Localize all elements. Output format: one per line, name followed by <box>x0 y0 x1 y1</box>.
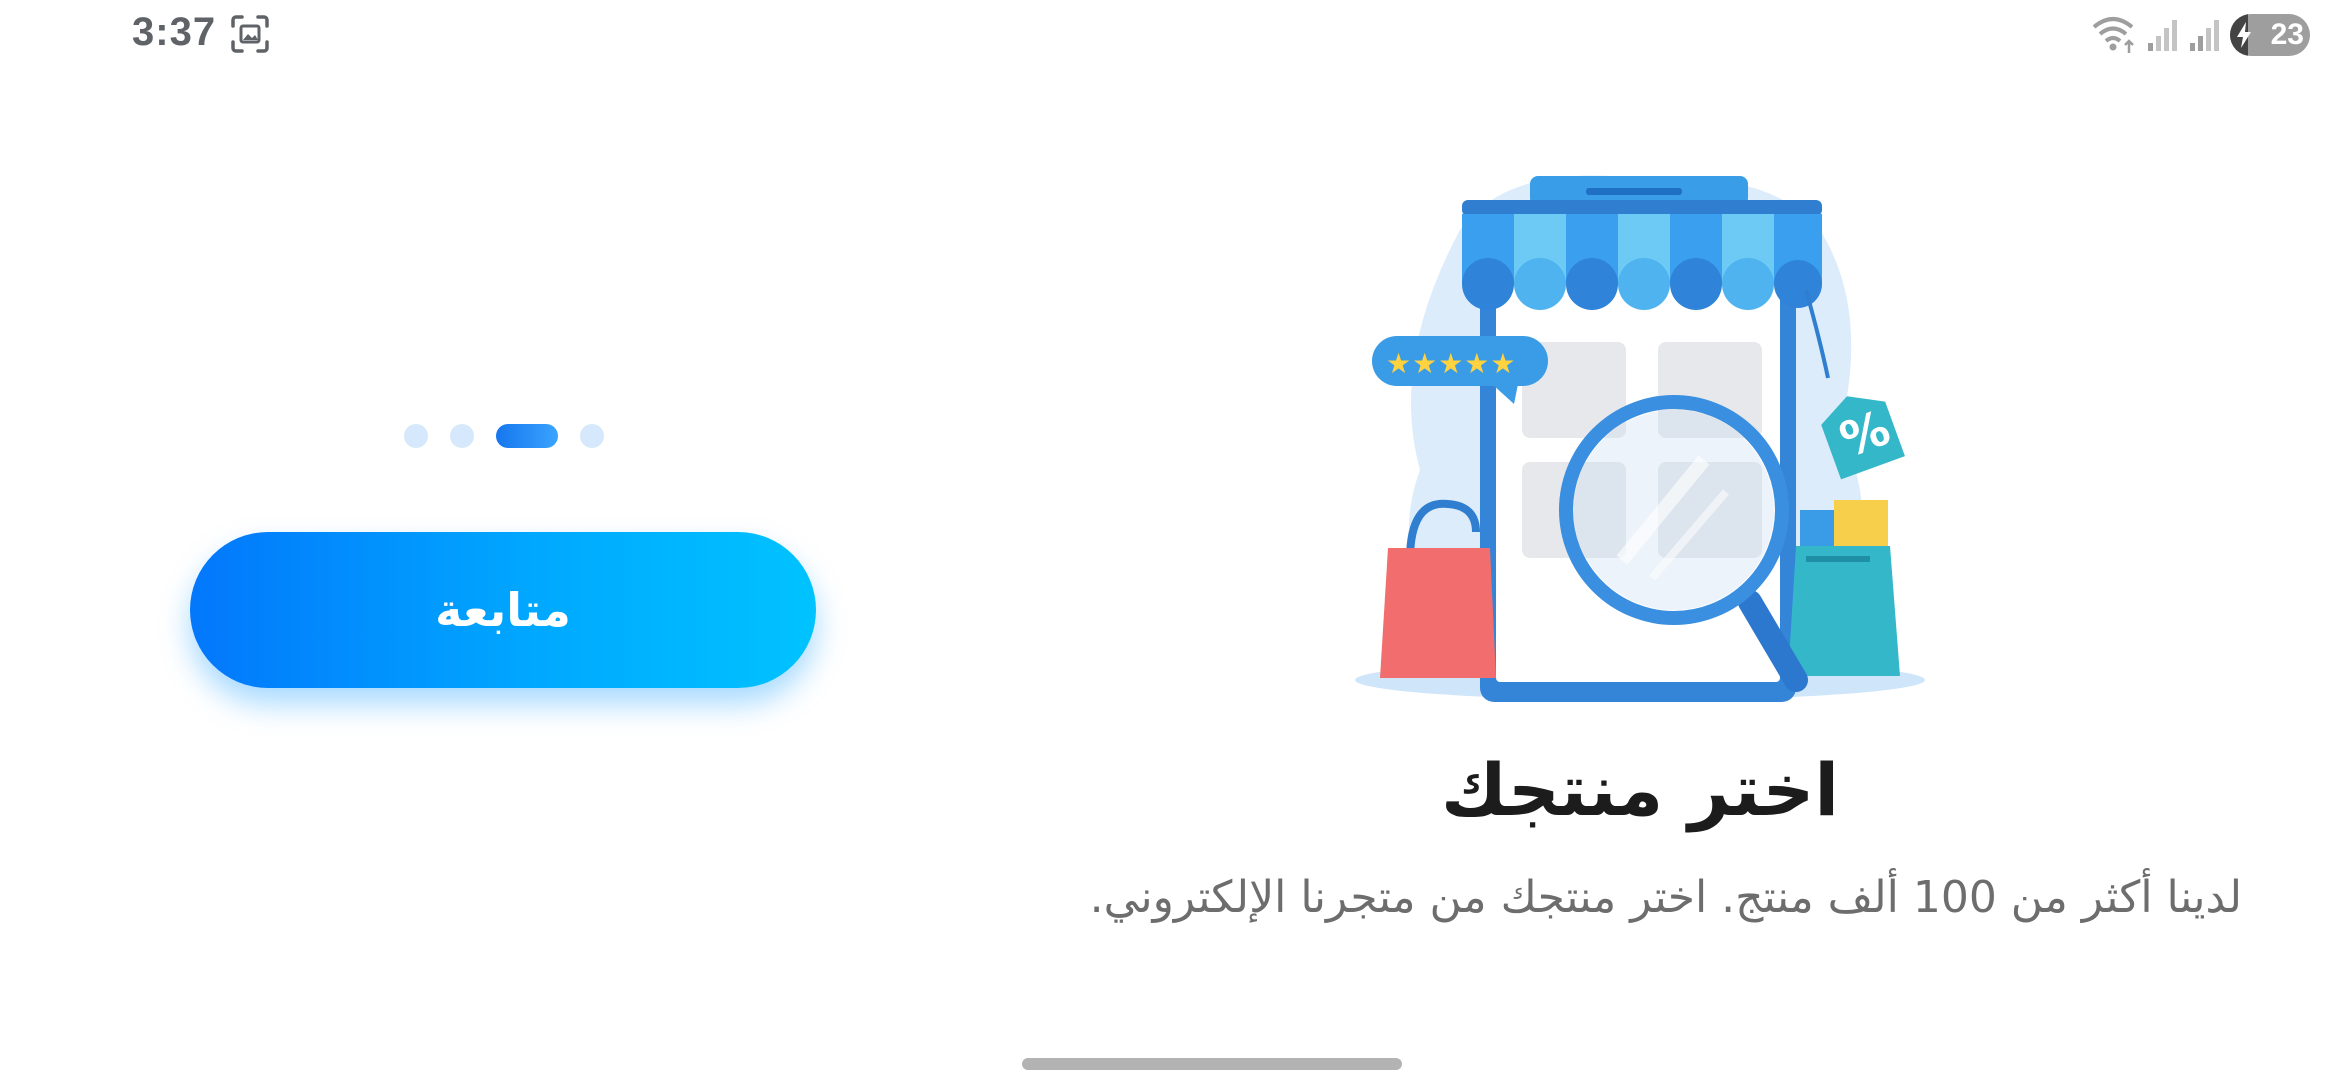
battery-indicator: 23 <box>2230 14 2310 56</box>
status-icons: 23 <box>2092 10 2310 60</box>
wifi-icon <box>2092 17 2134 53</box>
page-title: اختر منتجك <box>1440 748 1840 832</box>
svg-text:★★★★★: ★★★★★ <box>1386 347 1517 380</box>
home-indicator[interactable] <box>1022 1058 1402 1070</box>
page-dot <box>404 424 428 448</box>
continue-button[interactable]: متابعة <box>190 532 816 688</box>
screenshot-icon <box>231 15 269 53</box>
page-dot <box>450 424 474 448</box>
signal-icon <box>2190 20 2219 51</box>
page-dot <box>580 424 604 448</box>
battery-charging-icon <box>2237 22 2251 48</box>
status-time: 3:37 <box>132 10 217 54</box>
page-indicator <box>404 424 604 448</box>
page-description: لدينا أكثر من 100 ألف منتج. اختر منتجك م… <box>1089 872 2242 923</box>
signal-icon <box>2148 20 2177 51</box>
battery-level: 23 <box>2270 18 2304 51</box>
store-search-illustration: ★★★★★ % <box>1355 175 1925 702</box>
page-dot-active <box>496 424 558 448</box>
